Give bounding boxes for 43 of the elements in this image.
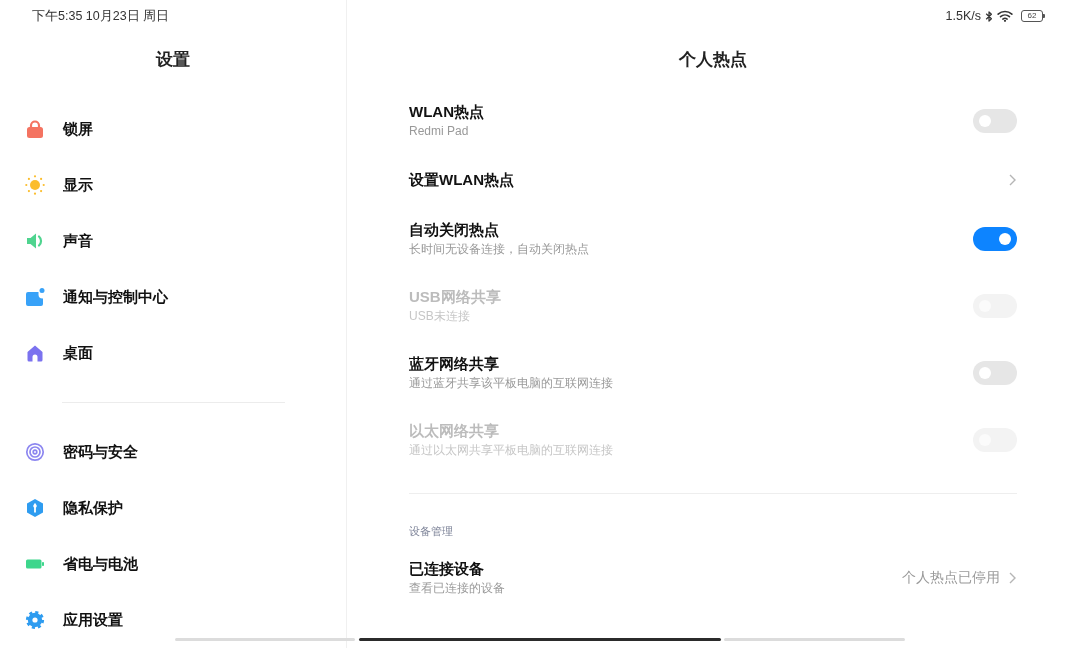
bluetooth-icon bbox=[985, 9, 993, 23]
chevron-right-icon bbox=[1009, 173, 1016, 186]
sidebar-item[interactable]: 密码与安全 bbox=[0, 424, 346, 480]
setting-title: 蓝牙网络共享 bbox=[409, 354, 499, 374]
toggle-switch[interactable] bbox=[973, 108, 1017, 133]
lock-icon bbox=[25, 119, 45, 139]
notification-icon bbox=[25, 287, 45, 307]
setting-description: 查看已连接的设备 bbox=[409, 580, 505, 596]
sidebar-item[interactable]: 声音 bbox=[0, 213, 346, 269]
status-time: 下午5:35 10月23日 周日 bbox=[32, 7, 170, 25]
setting-title: USB网络共享 bbox=[409, 287, 501, 307]
sidebar-item[interactable]: 锁屏 bbox=[0, 101, 346, 157]
sun-icon bbox=[25, 175, 45, 195]
wifi-icon bbox=[997, 10, 1013, 22]
hexagon-icon bbox=[25, 498, 45, 518]
setting-value: 个人热点已停用 bbox=[902, 568, 1000, 587]
network-speed: 1.5K/s bbox=[945, 9, 981, 23]
sidebar-title: 设置 bbox=[156, 48, 190, 71]
gesture-bar[interactable] bbox=[175, 638, 905, 641]
setting-title: WLAN热点 bbox=[409, 102, 484, 122]
sidebar-item[interactable]: 应用设置 bbox=[0, 592, 346, 648]
sidebar-item[interactable]: 隐私保护 bbox=[0, 480, 346, 536]
concentric-rings-icon bbox=[25, 442, 45, 462]
toggle-switch[interactable] bbox=[973, 226, 1017, 251]
chevron-right-icon bbox=[1009, 571, 1016, 584]
setting-title[interactable]: 设置WLAN热点 bbox=[409, 169, 514, 190]
setting-description: 长时间无设备连接，自动关闭热点 bbox=[409, 241, 589, 257]
battery-indicator: 62 bbox=[1021, 10, 1043, 22]
sidebar-item[interactable]: 桌面 bbox=[0, 325, 346, 381]
toggle-switch[interactable] bbox=[973, 360, 1017, 385]
setting-title[interactable]: 已连接设备 bbox=[409, 559, 484, 579]
setting-title: 以太网络共享 bbox=[409, 421, 499, 441]
page-title: 个人热点 bbox=[679, 48, 747, 71]
house-icon bbox=[25, 343, 45, 363]
sidebar-item[interactable]: 通知与控制中心 bbox=[0, 269, 346, 325]
gear-icon bbox=[25, 610, 45, 630]
sidebar-item[interactable]: 显示 bbox=[0, 157, 346, 213]
speaker-icon bbox=[25, 231, 45, 251]
setting-title: 自动关闭热点 bbox=[409, 220, 499, 240]
sidebar-item[interactable]: 省电与电池 bbox=[0, 536, 346, 592]
section-header: 设备管理 bbox=[409, 524, 453, 538]
setting-description: 通过蓝牙共享该平板电脑的互联网连接 bbox=[409, 375, 613, 391]
setting-description: Redmi Pad bbox=[409, 123, 469, 139]
